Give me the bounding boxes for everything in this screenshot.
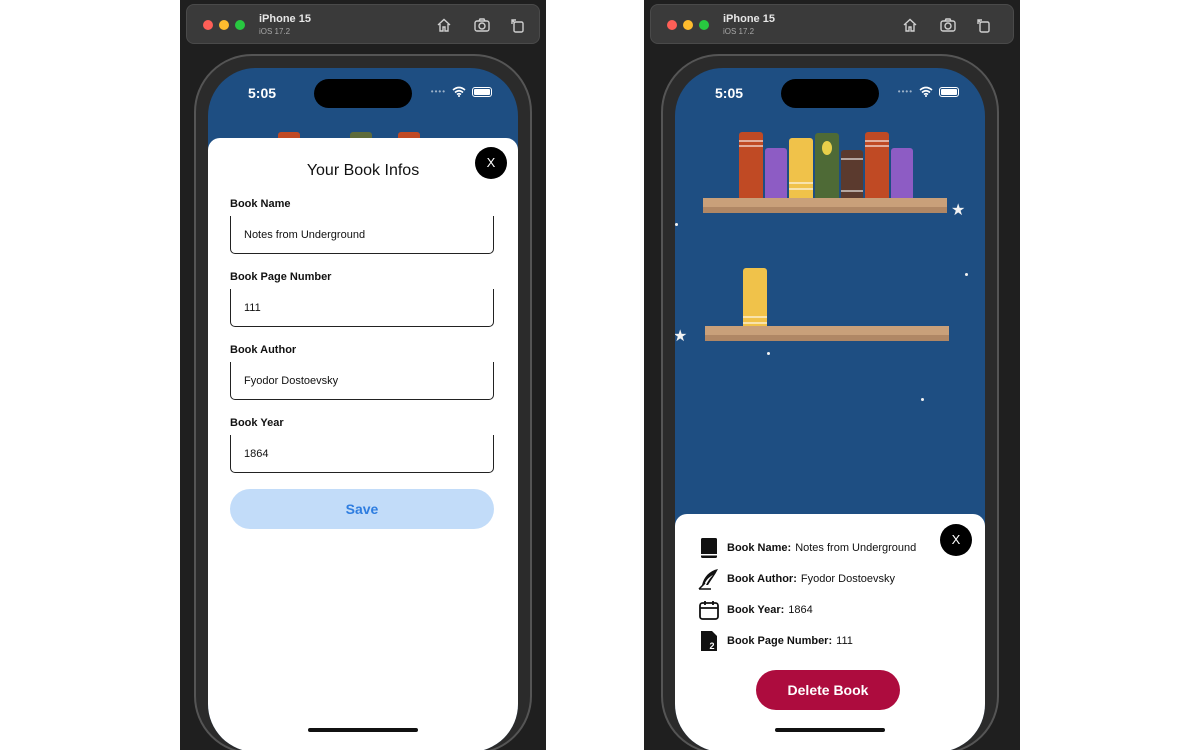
book-icon (697, 536, 721, 560)
star-speck (965, 273, 968, 276)
os-version: iOS 17.2 (259, 27, 291, 36)
close-window-button[interactable] (203, 20, 213, 30)
book-info-sheet: Your Book Infos X Book Name Book Page Nu… (208, 138, 518, 750)
book-spine[interactable] (739, 132, 763, 206)
star-speck (767, 352, 770, 355)
book-page-number-field[interactable] (230, 289, 494, 327)
battery-icon (472, 86, 492, 97)
book-year-field[interactable] (230, 435, 494, 473)
star-speck (921, 398, 924, 401)
star-decoration: ★ (675, 328, 688, 345)
delete-book-button[interactable]: Delete Book (756, 670, 900, 710)
book-name-field[interactable] (230, 216, 494, 254)
status-icons: •••• (431, 86, 492, 97)
status-time: 5:05 (715, 85, 744, 101)
star-speck (675, 223, 678, 226)
book-detail-sheet: X Book Name: Notes from Underground Book… (675, 514, 985, 750)
detail-value: Fyodor Dostoevsky (800, 573, 896, 585)
battery-icon (939, 86, 959, 97)
rotate-icon[interactable] (975, 16, 993, 34)
book-name-label: Book Name (230, 198, 291, 210)
book-year-label: Book Year (230, 417, 284, 429)
detail-row-book-name: Book Name: Notes from Underground (697, 536, 916, 560)
home-icon[interactable] (435, 16, 453, 34)
iphone-frame: 5:05 •••• Your Book Infos X Book Name Bo… (194, 54, 532, 750)
device-name: iPhone 15 (259, 13, 311, 25)
simulator-window-left: iPhone 15 iOS 17.2 5:05 •••• Your Book I… (180, 0, 546, 750)
home-indicator[interactable] (775, 728, 885, 732)
book-author-label: Book Author (230, 344, 297, 356)
home-icon[interactable] (901, 16, 919, 34)
wifi-icon (919, 86, 933, 97)
zoom-window-button[interactable] (235, 20, 245, 30)
simulator-titlebar: iPhone 15 iOS 17.2 (186, 4, 540, 44)
detail-label: Book Page Number: (727, 635, 833, 647)
detail-value: 111 (836, 635, 853, 647)
detail-value: Notes from Underground (795, 542, 917, 554)
os-version: iOS 17.2 (723, 27, 755, 36)
book-page-number-label: Book Page Number (230, 271, 332, 283)
dynamic-island (314, 79, 412, 108)
sheet-title: Your Book Infos (306, 162, 420, 179)
close-detail-button[interactable]: X (940, 524, 972, 556)
book-spine[interactable] (789, 138, 813, 206)
detail-label: Book Name: (727, 542, 792, 554)
wifi-icon (452, 86, 466, 97)
detail-value: 1864 (788, 604, 813, 616)
top-shelf (703, 198, 947, 213)
phone-screen: 5:05 •••• ★ ★ X Book Name: Notes from Un… (675, 68, 985, 750)
signal-icon: •••• (430, 87, 446, 96)
phone-screen: 5:05 •••• Your Book Infos X Book Name Bo… (208, 68, 518, 750)
screenshot-icon[interactable] (473, 16, 491, 34)
calendar-icon (697, 598, 721, 622)
detail-row-page-number: 2 Book Page Number: 111 (697, 629, 853, 653)
quill-icon (697, 567, 721, 591)
svg-text:2: 2 (710, 641, 715, 651)
minimize-window-button[interactable] (683, 20, 693, 30)
signal-icon: •••• (897, 87, 913, 96)
book-spine[interactable] (815, 133, 839, 206)
zoom-window-button[interactable] (699, 20, 709, 30)
iphone-frame: 5:05 •••• ★ ★ X Book Name: Notes from Un… (661, 54, 999, 750)
close-sheet-button[interactable]: X (475, 147, 507, 179)
book-spine[interactable] (865, 132, 889, 206)
detail-label: Book Author: (727, 573, 797, 585)
detail-row-book-author: Book Author: Fyodor Dostoevsky (697, 567, 895, 591)
minimize-window-button[interactable] (219, 20, 229, 30)
page-number-icon: 2 (697, 629, 721, 653)
simulator-titlebar: iPhone 15 iOS 17.2 (650, 4, 1014, 44)
status-icons: •••• (898, 86, 959, 97)
detail-label: Book Year: (727, 604, 785, 616)
dynamic-island (781, 79, 879, 108)
book-author-field[interactable] (230, 362, 494, 400)
device-name: iPhone 15 (723, 13, 775, 25)
screenshot-icon[interactable] (939, 16, 957, 34)
status-time: 5:05 (248, 85, 277, 101)
rotate-icon[interactable] (509, 16, 527, 34)
simulator-window-right: iPhone 15 iOS 17.2 5:05 •••• ★ ★ X Book … (644, 0, 1020, 750)
bottom-shelf (705, 326, 949, 341)
close-window-button[interactable] (667, 20, 677, 30)
save-button[interactable]: Save (230, 489, 494, 529)
home-indicator[interactable] (308, 728, 418, 732)
detail-row-book-year: Book Year: 1864 (697, 598, 813, 622)
star-decoration: ★ (951, 202, 966, 219)
